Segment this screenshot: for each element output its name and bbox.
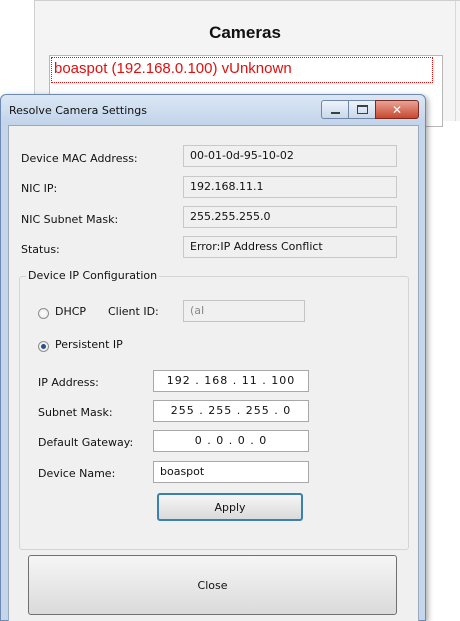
apply-button[interactable]: Apply xyxy=(157,493,303,521)
minimize-button[interactable] xyxy=(321,100,348,119)
nic-ip-label: NIC IP: xyxy=(21,182,58,195)
nic-subnet-mask-value: 255.255.255.0 xyxy=(183,206,397,228)
close-button-label: Close xyxy=(197,578,228,592)
apply-button-label: Apply xyxy=(214,500,246,514)
status-value: Error:IP Address Conflict xyxy=(183,236,397,258)
device-name-input[interactable]: boaspot xyxy=(153,461,309,483)
ip-address-label: IP Address: xyxy=(38,376,99,389)
close-icon: ✕ xyxy=(391,102,403,117)
maximize-button[interactable] xyxy=(348,100,375,119)
cameras-title: Cameras xyxy=(209,23,281,42)
client-id-input[interactable]: (aI xyxy=(183,300,305,322)
device-name-label: Device Name: xyxy=(38,467,116,480)
persistent-ip-label[interactable]: Persistent IP xyxy=(55,338,123,351)
nic-ip-value: 192.168.11.1 xyxy=(183,176,397,198)
dialog-title: Resolve Camera Settings xyxy=(9,104,147,117)
client-id-label: Client ID: xyxy=(108,305,159,318)
device-ip-config-group: Device IP Configuration DHCP Client ID: … xyxy=(19,269,409,550)
dialog-client-area: Device MAC Address: 00-01-0d-95-10-02 NI… xyxy=(8,125,419,621)
minimize-icon xyxy=(330,111,340,114)
resolve-camera-settings-dialog: Resolve Camera Settings ✕ Device MAC Add… xyxy=(0,94,426,621)
subnet-mask-input[interactable]: 255 . 255 . 255 . 0 xyxy=(153,400,309,422)
window-divider xyxy=(455,1,456,121)
mac-address-value: 00-01-0d-95-10-02 xyxy=(183,145,397,167)
nic-subnet-mask-label: NIC Subnet Mask: xyxy=(21,213,119,226)
dhcp-radio[interactable] xyxy=(38,308,49,319)
close-button[interactable]: Close xyxy=(28,555,397,615)
dhcp-label[interactable]: DHCP xyxy=(55,305,86,318)
default-gateway-label: Default Gateway: xyxy=(38,436,134,449)
dialog-titlebar[interactable]: Resolve Camera Settings ✕ xyxy=(1,95,425,125)
mac-address-label: Device MAC Address: xyxy=(21,152,138,165)
ip-address-input[interactable]: 192 . 168 . 11 . 100 xyxy=(153,370,309,392)
persistent-ip-radio[interactable] xyxy=(38,341,49,352)
maximize-icon xyxy=(356,105,368,114)
status-label: Status: xyxy=(21,243,60,256)
close-window-button[interactable]: ✕ xyxy=(375,100,419,119)
default-gateway-input[interactable]: 0 . 0 . 0 . 0 xyxy=(153,430,309,452)
device-ip-config-legend: Device IP Configuration xyxy=(26,269,160,282)
window-controls: ✕ xyxy=(321,100,419,119)
camera-list-item[interactable]: boaspot (192.168.0.100) vUnknown xyxy=(54,60,292,77)
subnet-mask-label: Subnet Mask: xyxy=(38,406,113,419)
